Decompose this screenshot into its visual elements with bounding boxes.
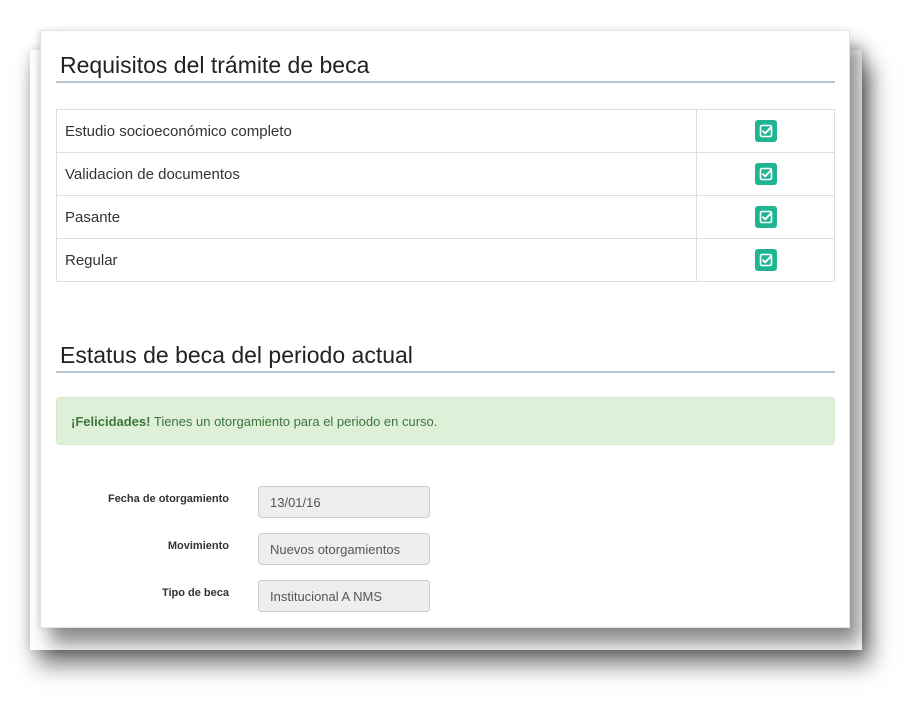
alert-strong-text: ¡Felicidades! xyxy=(71,414,151,429)
check-square-icon xyxy=(754,206,777,228)
check-square-icon xyxy=(754,249,777,271)
alert-message: Tienes un otorgamiento para el periodo e… xyxy=(153,414,438,429)
requirement-status-cell xyxy=(696,109,835,153)
fecha-field[interactable] xyxy=(258,486,430,518)
requirement-label: Pasante xyxy=(56,195,697,239)
check-square-icon xyxy=(754,120,777,142)
requirement-status-cell xyxy=(696,152,835,196)
tipo-label: Tipo de beca xyxy=(161,587,229,599)
fecha-label: Fecha de otorgamiento xyxy=(107,493,229,505)
requirement-label: Estudio socioeconómico completo xyxy=(56,109,697,153)
requirements-table: Estudio socioeconómico completo Validaci… xyxy=(56,109,835,282)
movimiento-field[interactable] xyxy=(258,533,430,565)
field-row-movimiento: Movimiento xyxy=(41,533,849,565)
status-title: Estatus de beca del periodo actual xyxy=(56,341,835,373)
table-row: Validacion de documentos xyxy=(56,152,835,196)
requirements-title: Requisitos del trámite de beca xyxy=(56,51,835,83)
requirement-status-cell xyxy=(696,195,835,239)
table-row: Pasante xyxy=(56,195,835,239)
field-row-tipo: Tipo de beca xyxy=(41,580,849,612)
field-row-fecha: Fecha de otorgamiento xyxy=(41,486,849,518)
requirement-label: Validacion de documentos xyxy=(56,152,697,196)
success-alert: ¡Felicidades! Tienes un otorgamiento par… xyxy=(56,397,835,445)
table-row: Regular xyxy=(56,238,835,282)
scholarship-panel: Requisitos del trámite de beca Estudio s… xyxy=(40,30,850,628)
requirement-label: Regular xyxy=(56,238,697,282)
movimiento-label: Movimiento xyxy=(167,540,229,552)
check-square-icon xyxy=(754,163,777,185)
tipo-field[interactable] xyxy=(258,580,430,612)
requirement-status-cell xyxy=(696,238,835,282)
table-row: Estudio socioeconómico completo xyxy=(56,109,835,153)
